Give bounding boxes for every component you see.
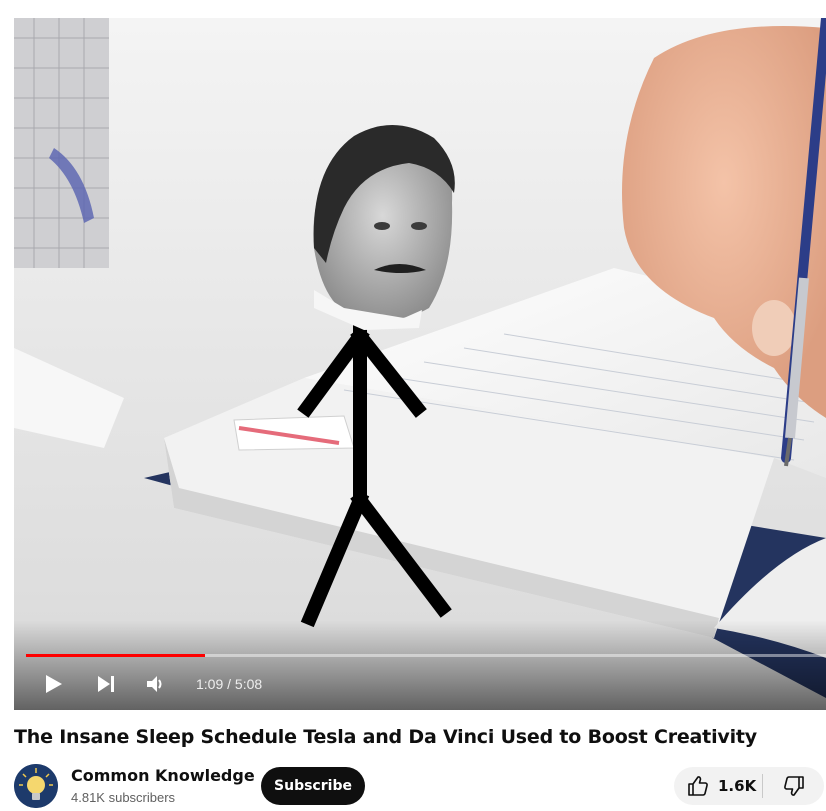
time-display: 1:09 / 5:08 xyxy=(196,676,262,692)
player-controls: 1:09 / 5:08 xyxy=(14,666,826,702)
subscribe-button[interactable]: Subscribe xyxy=(261,767,365,805)
thumbs-up-icon xyxy=(688,776,708,796)
time-separator: / xyxy=(223,676,235,692)
volume-icon xyxy=(147,676,162,692)
dislike-button[interactable] xyxy=(763,767,824,805)
volume-button[interactable] xyxy=(136,666,176,702)
next-icon xyxy=(98,676,114,692)
lightbulb-icon xyxy=(14,764,58,808)
next-button[interactable] xyxy=(86,666,126,702)
progress-bar[interactable] xyxy=(26,654,826,657)
current-time: 1:09 xyxy=(196,676,224,692)
subscriber-count: 4.81K subscribers xyxy=(71,790,176,805)
like-dislike-group: 1.6K xyxy=(674,767,824,805)
video-title: The Insane Sleep Schedule Tesla and Da V… xyxy=(14,726,757,748)
video-player[interactable]: 1:09 / 5:08 xyxy=(14,18,826,710)
play-button[interactable] xyxy=(28,666,78,702)
like-button[interactable]: 1.6K xyxy=(674,767,762,805)
duration: 5:08 xyxy=(234,676,263,692)
progress-played xyxy=(26,654,206,657)
play-icon xyxy=(46,675,62,693)
thumbs-down-icon xyxy=(783,776,804,796)
like-count: 1.6K xyxy=(718,777,757,795)
channel-name[interactable]: Common Knowledge xyxy=(71,766,255,785)
video-frame[interactable] xyxy=(14,18,826,710)
channel-avatar[interactable] xyxy=(14,764,58,808)
